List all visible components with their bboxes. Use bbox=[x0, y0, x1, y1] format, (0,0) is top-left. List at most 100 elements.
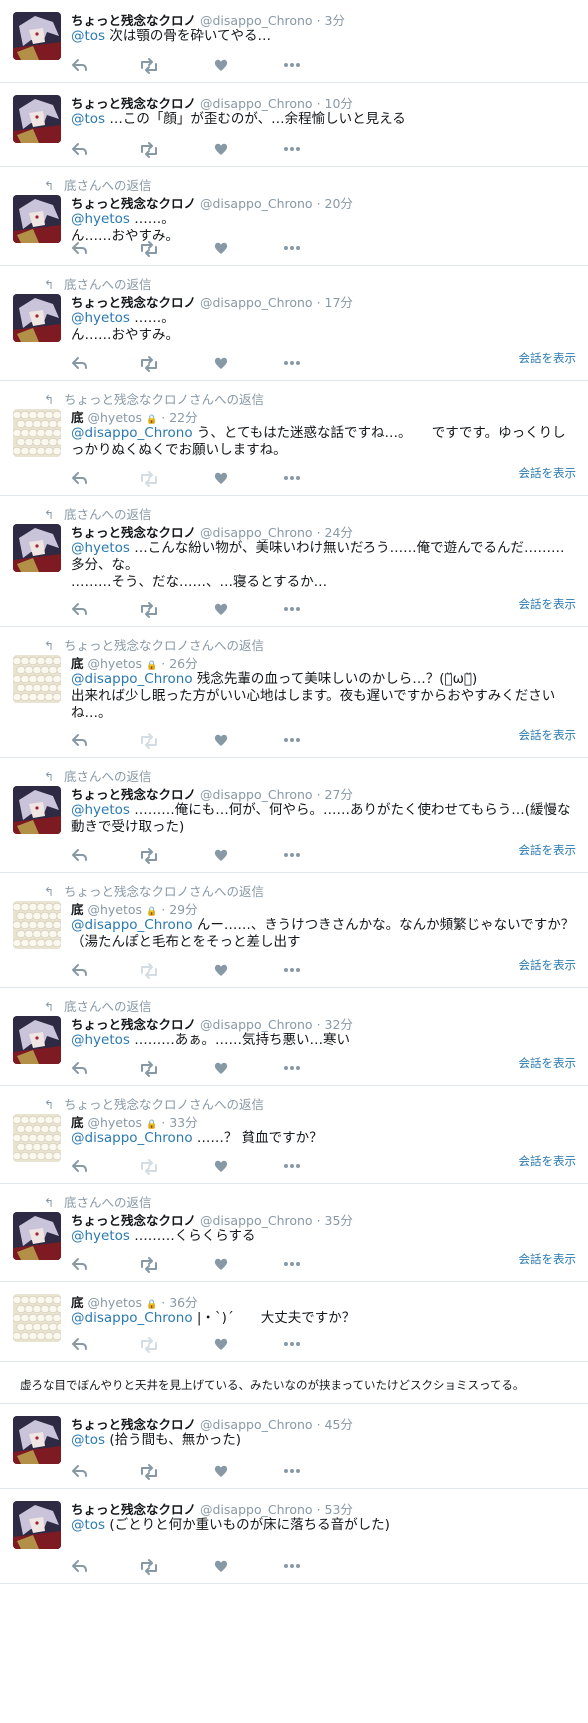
reply-button[interactable] bbox=[71, 601, 87, 621]
reply-button[interactable] bbox=[71, 355, 87, 375]
reply-context[interactable]: ↰ 底さんへの返信 bbox=[44, 175, 152, 194]
avatar[interactable] bbox=[13, 1501, 61, 1549]
retweet-button[interactable] bbox=[139, 847, 159, 869]
avatar[interactable] bbox=[13, 1114, 61, 1162]
tweet[interactable]: ↰ ちょっと残念なクロノさんへの返信底 @hyetos 🔒 · 22分 @disap… bbox=[0, 381, 588, 496]
reply-context[interactable]: ↰ ちょっと残念なクロノさんへの返信 bbox=[44, 1094, 264, 1113]
tweet[interactable]: ↰ 底さんへの返信 ちょっと残念なクロノ @disappo_Chrono · 17分… bbox=[0, 266, 588, 381]
tweet[interactable]: ↰ 底さんへの返信 ちょっと残念なクロノ @disappo_Chrono · 24分… bbox=[0, 496, 588, 627]
view-conversation-link[interactable]: 会話を表示 bbox=[519, 957, 577, 973]
reply-context[interactable]: ↰ 底さんへの返信 bbox=[44, 996, 152, 1015]
heart-button[interactable] bbox=[213, 601, 229, 621]
avatar[interactable] bbox=[13, 901, 61, 949]
reply-button[interactable] bbox=[71, 1558, 87, 1578]
tweet[interactable]: 底 @hyetos 🔒 · 36分 @disappo_Chrono |・ˋ)ˊ 大… bbox=[0, 1282, 588, 1362]
reply-context[interactable]: ↰ 底さんへの返信 bbox=[44, 766, 152, 785]
retweet-button[interactable] bbox=[139, 141, 159, 163]
heart-button[interactable] bbox=[213, 1158, 229, 1178]
more-button[interactable] bbox=[283, 962, 301, 982]
retweet-button[interactable] bbox=[139, 1158, 159, 1180]
mention-link[interactable]: @hyetos bbox=[71, 802, 130, 818]
mention-link[interactable]: @disappo_Chrono bbox=[71, 1310, 193, 1326]
avatar[interactable] bbox=[13, 524, 61, 572]
retweet-button[interactable] bbox=[139, 1060, 159, 1082]
view-conversation-link[interactable]: 会話を表示 bbox=[519, 350, 577, 366]
heart-button[interactable] bbox=[213, 1463, 229, 1483]
reply-button[interactable] bbox=[71, 847, 87, 867]
retweet-button[interactable] bbox=[139, 470, 159, 492]
tweet[interactable]: ちょっと残念なクロノ @disappo_Chrono · 45分 @tos (拾う… bbox=[0, 1404, 588, 1489]
reply-button[interactable] bbox=[71, 962, 87, 982]
reply-button[interactable] bbox=[71, 732, 87, 752]
avatar[interactable] bbox=[13, 655, 61, 703]
mention-link[interactable]: @tos bbox=[71, 111, 105, 127]
retweet-button[interactable] bbox=[139, 732, 159, 754]
heart-button[interactable] bbox=[213, 1558, 229, 1578]
avatar[interactable] bbox=[13, 786, 61, 834]
retweet-button[interactable] bbox=[139, 1558, 159, 1580]
tweet[interactable]: ちょっと残念なクロノ @disappo_Chrono · 3分 @tos 次は顎の… bbox=[0, 0, 588, 83]
view-conversation-link[interactable]: 会話を表示 bbox=[519, 596, 577, 612]
reply-context[interactable]: ↰ ちょっと残念なクロノさんへの返信 bbox=[44, 881, 264, 900]
view-conversation-link[interactable]: 会話を表示 bbox=[519, 1251, 577, 1267]
reply-context[interactable]: ↰ 底さんへの返信 bbox=[44, 1192, 152, 1211]
reply-button[interactable] bbox=[71, 1158, 87, 1178]
avatar[interactable] bbox=[13, 409, 61, 457]
retweet-button[interactable] bbox=[139, 1256, 159, 1278]
reply-button[interactable] bbox=[71, 141, 87, 161]
retweet-button[interactable] bbox=[139, 601, 159, 623]
mention-link[interactable]: @disappo_Chrono bbox=[71, 671, 193, 687]
heart-button[interactable] bbox=[213, 355, 229, 375]
more-button[interactable] bbox=[283, 355, 301, 375]
retweet-button[interactable] bbox=[139, 355, 159, 377]
avatar[interactable] bbox=[13, 1212, 61, 1260]
mention-link[interactable]: @tos bbox=[71, 1432, 105, 1448]
view-conversation-link[interactable]: 会話を表示 bbox=[519, 842, 577, 858]
avatar[interactable] bbox=[13, 95, 61, 143]
reply-button[interactable] bbox=[71, 470, 87, 490]
more-button[interactable] bbox=[283, 732, 301, 752]
heart-button[interactable] bbox=[213, 847, 229, 867]
retweet-button[interactable] bbox=[139, 240, 159, 262]
heart-button[interactable] bbox=[213, 1256, 229, 1276]
more-button[interactable] bbox=[283, 1558, 301, 1578]
more-button[interactable] bbox=[283, 1256, 301, 1276]
heart-button[interactable] bbox=[213, 1060, 229, 1080]
mention-link[interactable]: @tos bbox=[71, 1517, 105, 1533]
more-button[interactable] bbox=[283, 470, 301, 490]
avatar[interactable] bbox=[13, 195, 61, 243]
heart-button[interactable] bbox=[213, 57, 229, 77]
reply-button[interactable] bbox=[71, 1256, 87, 1276]
retweet-button[interactable] bbox=[139, 1336, 159, 1358]
avatar[interactable] bbox=[13, 1294, 61, 1342]
mention-link[interactable]: @disappo_Chrono bbox=[71, 425, 193, 441]
avatar[interactable] bbox=[13, 1416, 61, 1464]
avatar[interactable] bbox=[13, 1016, 61, 1064]
more-button[interactable] bbox=[283, 141, 301, 161]
heart-button[interactable] bbox=[213, 470, 229, 490]
reply-context[interactable]: ↰ 底さんへの返信 bbox=[44, 504, 152, 523]
reply-context[interactable]: ↰ ちょっと残念なクロノさんへの返信 bbox=[44, 635, 264, 654]
view-conversation-link[interactable]: 会話を表示 bbox=[519, 727, 577, 743]
heart-button[interactable] bbox=[213, 732, 229, 752]
mention-link[interactable]: @hyetos bbox=[71, 1032, 130, 1048]
tweet[interactable]: ↰ ちょっと残念なクロノさんへの返信底 @hyetos 🔒 · 26分 @disap… bbox=[0, 627, 588, 758]
tweet[interactable]: ↰ 底さんへの返信 ちょっと残念なクロノ @disappo_Chrono · 27分… bbox=[0, 758, 588, 873]
reply-button[interactable] bbox=[71, 1463, 87, 1483]
reply-button[interactable] bbox=[71, 57, 87, 77]
reply-context[interactable]: ↰ ちょっと残念なクロノさんへの返信 bbox=[44, 389, 264, 408]
heart-button[interactable] bbox=[213, 962, 229, 982]
tweet[interactable]: ↰ 底さんへの返信 ちょっと残念なクロノ @disappo_Chrono · 35分… bbox=[0, 1184, 588, 1282]
more-button[interactable] bbox=[283, 1158, 301, 1178]
more-button[interactable] bbox=[283, 240, 301, 260]
retweet-button[interactable] bbox=[139, 962, 159, 984]
tweet[interactable]: ↰ 底さんへの返信 ちょっと残念なクロノ @disappo_Chrono · 20分… bbox=[0, 167, 588, 266]
tweet[interactable]: ちょっと残念なクロノ @disappo_Chrono · 53分 @tos (ごと… bbox=[0, 1489, 588, 1584]
heart-button[interactable] bbox=[213, 240, 229, 260]
retweet-button[interactable] bbox=[139, 57, 159, 79]
more-button[interactable] bbox=[283, 57, 301, 77]
mention-link[interactable]: @disappo_Chrono bbox=[71, 917, 193, 933]
mention-link[interactable]: @hyetos bbox=[71, 310, 130, 326]
tweet[interactable]: ↰ ちょっと残念なクロノさんへの返信底 @hyetos 🔒 · 29分 @disap… bbox=[0, 873, 588, 988]
reply-button[interactable] bbox=[71, 240, 87, 260]
